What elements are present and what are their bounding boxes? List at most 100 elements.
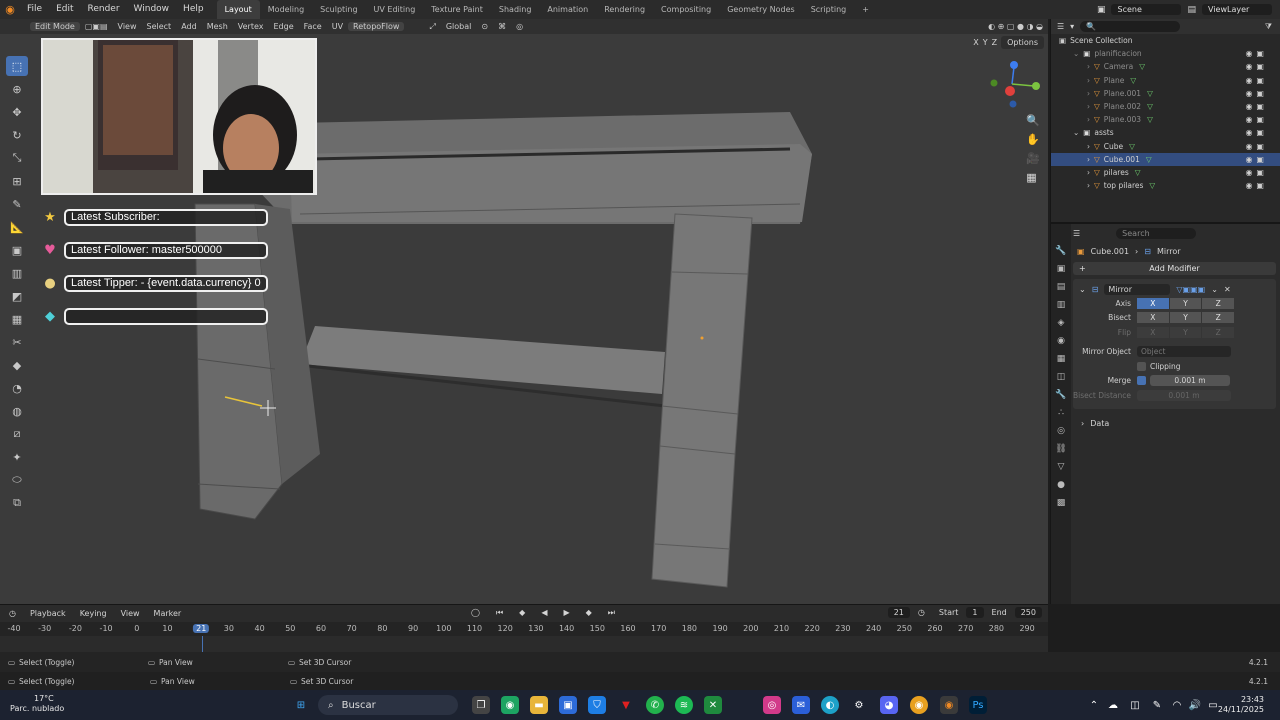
select-mode-icon[interactable]: ▢▣▤ — [80, 22, 113, 31]
playhead[interactable] — [202, 636, 203, 653]
chevron-right-icon[interactable]: ⌄ — [1073, 128, 1079, 137]
visibility-icons[interactable]: ◉▣ — [1245, 155, 1268, 164]
onedrive-icon[interactable]: ☁ — [1104, 696, 1122, 714]
tab-geometry-nodes[interactable]: Geometry Nodes — [719, 0, 802, 19]
axis-y[interactable]: Y — [983, 38, 988, 47]
menu-select[interactable]: Select — [142, 22, 177, 31]
filter-icon[interactable]: ⧩ — [1265, 22, 1272, 32]
material-tab-icon[interactable]: ● — [1057, 480, 1065, 490]
shear-tool-icon[interactable]: ⬭ — [6, 470, 28, 490]
transform-tool-icon[interactable]: ⊞ — [6, 171, 28, 191]
proportional-icon[interactable]: ◎ — [511, 22, 528, 31]
merge-distance-field[interactable]: 0.001 m — [1150, 375, 1230, 387]
outliner-item[interactable]: › ▽ Plane.003 ▽ ◉▣ — [1051, 113, 1280, 126]
zoom-icon[interactable]: 🔍 — [1026, 114, 1040, 127]
tab-texture-paint[interactable]: Texture Paint — [423, 0, 491, 19]
extrude-tool-icon[interactable]: ▣ — [6, 240, 28, 260]
chevron-right-icon[interactable]: › — [1087, 89, 1090, 98]
pan-hand-icon[interactable]: ✋ — [1026, 133, 1040, 146]
menu-window[interactable]: Window — [127, 0, 177, 19]
add-modifier-button[interactable]: + Add Modifier — [1073, 262, 1276, 275]
blender-taskbar-icon[interactable]: ◉ — [940, 696, 958, 714]
chevron-right-icon[interactable]: › — [1087, 115, 1090, 124]
select-box-icon[interactable]: ⬚ — [6, 56, 28, 76]
edge-icon[interactable]: ◐ — [821, 696, 839, 714]
tab-layout[interactable]: Layout — [216, 0, 260, 19]
outliner-item[interactable]: ⌄ ▣ planificacion ◉▣ — [1051, 47, 1280, 60]
merge-checkbox[interactable] — [1137, 376, 1146, 386]
constraints-tab-icon[interactable]: ⛓ — [1055, 444, 1066, 454]
tool-tab-icon[interactable]: 🔧 — [1055, 246, 1066, 256]
axis-y-toggle[interactable]: Y — [1169, 297, 1202, 309]
annotate-tool-icon[interactable]: ✎ — [6, 194, 28, 214]
frame-ruler[interactable]: -40 -30 -20 -10 0 10 21 30 40 50 60 70 80 90 100 110 120… — [0, 622, 1048, 636]
play-reverse-icon[interactable]: ◀ — [536, 608, 552, 618]
edge-slide-tool-icon[interactable]: ⧄ — [6, 424, 28, 444]
modifier-name-field[interactable]: Mirror — [1104, 283, 1171, 295]
bisect-y-toggle[interactable]: Y — [1169, 312, 1202, 324]
volume-icon[interactable]: 🔊 — [1186, 696, 1204, 714]
settings-icon[interactable]: ⚙ — [850, 696, 868, 714]
excel-icon[interactable]: ✕ — [704, 696, 722, 714]
bevel-tool-icon[interactable]: ◩ — [6, 286, 28, 306]
menu-edit[interactable]: Edit — [49, 0, 80, 19]
chevron-right-icon[interactable]: › — [1087, 62, 1090, 71]
network-icon[interactable]: ◫ — [1126, 696, 1144, 714]
jump-end-icon[interactable]: ⏭ — [603, 608, 620, 618]
outliner-editor-icon[interactable]: ☰ — [1057, 22, 1064, 31]
particles-tab-icon[interactable]: ∴ — [1058, 408, 1064, 418]
menu-vertex[interactable]: Vertex — [233, 22, 269, 31]
menu-keying[interactable]: Keying — [75, 609, 112, 618]
world-tab-icon[interactable]: ◉ — [1057, 336, 1065, 346]
chrome-icon[interactable]: ◉ — [910, 696, 928, 714]
menu-face[interactable]: Face — [299, 22, 327, 31]
prev-keyframe-icon[interactable]: ◆ — [514, 608, 530, 618]
current-frame-field[interactable]: 21 — [887, 607, 910, 618]
pen-icon[interactable]: ✎ — [1148, 696, 1166, 714]
add-workspace-button[interactable]: + — [854, 0, 877, 19]
chevron-right-icon[interactable]: › — [1087, 155, 1090, 164]
smooth-tool-icon[interactable]: ◍ — [6, 401, 28, 421]
axis-z-toggle[interactable]: Z — [1202, 297, 1235, 309]
flip-y-toggle[interactable]: Y — [1169, 326, 1202, 338]
menu-help[interactable]: Help — [176, 0, 211, 19]
scale-tool-icon[interactable]: ⤡ — [6, 148, 28, 168]
visibility-icons[interactable]: ◉▣ — [1245, 89, 1268, 98]
outliner-item[interactable]: › ▽ Cube ▽ ◉▣ — [1051, 140, 1280, 153]
physics-tab-icon[interactable]: ◎ — [1057, 426, 1065, 436]
menu-add[interactable]: Add — [176, 22, 202, 31]
menu-view[interactable]: View — [113, 22, 142, 31]
chevron-right-icon[interactable]: ⌄ — [1073, 49, 1079, 58]
bisect-x-toggle[interactable]: X — [1137, 312, 1169, 324]
visibility-icons[interactable]: ◉▣ — [1245, 102, 1268, 111]
properties-editor-icon[interactable]: ☰ — [1073, 229, 1080, 238]
close-icon[interactable]: ✕ — [1224, 285, 1231, 294]
display-mode-icon[interactable]: ▾ — [1070, 22, 1074, 31]
outliner-item[interactable]: ⌄ ▣ assts ◉▣ — [1051, 126, 1280, 139]
blender-logo-icon[interactable]: ◉ — [0, 3, 20, 16]
data-tab-icon[interactable]: ▽ — [1058, 462, 1065, 472]
axis-z[interactable]: Z — [992, 38, 997, 47]
tab-shading[interactable]: Shading — [491, 0, 540, 19]
visibility-icons[interactable]: ◉▣ — [1245, 128, 1268, 137]
chevron-right-icon[interactable]: › — [1087, 102, 1090, 111]
scene-tab-icon[interactable]: ◈ — [1058, 318, 1065, 328]
photoshop-icon[interactable]: Ps — [969, 696, 987, 714]
inset-tool-icon[interactable]: ▥ — [6, 263, 28, 283]
jump-start-icon[interactable]: ⏮ — [491, 608, 508, 618]
snap-icon[interactable]: ⌘ — [493, 22, 511, 31]
visibility-icons[interactable]: ◉▣ — [1245, 168, 1268, 177]
rotate-tool-icon[interactable]: ↻ — [6, 125, 28, 145]
outliner-item[interactable]: › ▽ Plane.002 ▽ ◉▣ — [1051, 100, 1280, 113]
visibility-icons[interactable]: ◉▣ — [1245, 142, 1268, 151]
outliner-item[interactable]: › ▽ top pilares ▽ ◉▣ — [1051, 179, 1280, 192]
file-explorer-icon[interactable]: ▬ — [530, 696, 548, 714]
view-layer-field[interactable]: ViewLayer — [1202, 4, 1272, 15]
visibility-icons[interactable]: ◉▣ — [1245, 62, 1268, 71]
camera-icon[interactable]: 🎥 — [1026, 152, 1040, 165]
menu-file[interactable]: File — [20, 0, 49, 19]
menu-uv[interactable]: UV — [327, 22, 348, 31]
weather-widget[interactable]: 17°C Parc. nublado — [10, 694, 64, 714]
taskbar-clock[interactable]: 23:43 24/11/2025 — [1218, 695, 1264, 715]
visibility-icons[interactable]: ◉▣ — [1245, 115, 1268, 124]
